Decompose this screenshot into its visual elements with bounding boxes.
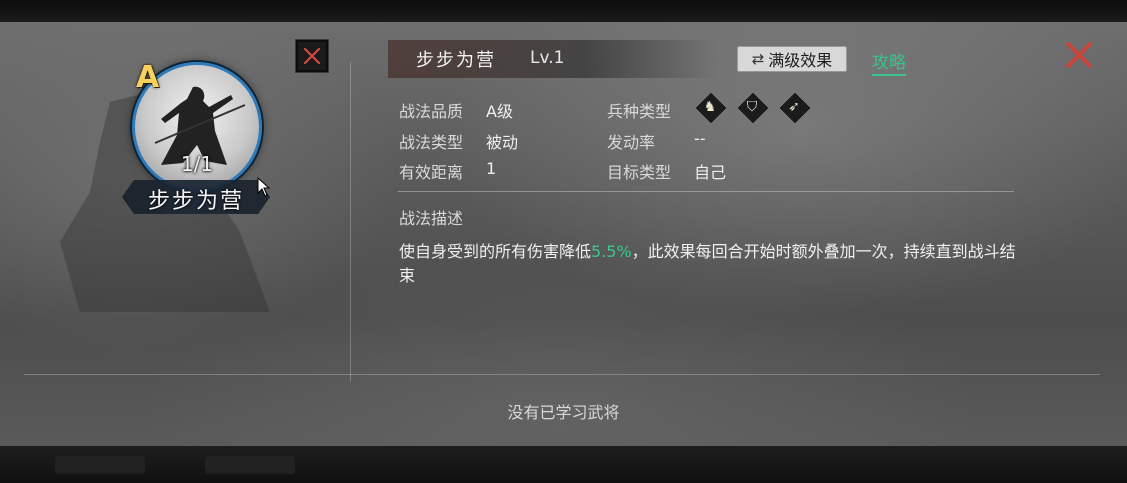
guide-link[interactable]: 攻略 xyxy=(872,48,906,76)
range-value: 1 xyxy=(486,159,497,178)
mouse-cursor-icon xyxy=(257,177,271,197)
skill-name-plate: 步步为营 xyxy=(122,180,270,214)
troop-archer: ➶ xyxy=(778,91,812,125)
range-label: 有效距离 xyxy=(399,163,464,182)
skill-title: 步步为营 xyxy=(416,50,496,71)
quality-label: 战法品质 xyxy=(399,102,464,121)
unequip-close-button[interactable] xyxy=(295,39,329,73)
skill-level: Lv.1 xyxy=(530,48,565,68)
close-icon xyxy=(303,47,321,65)
skill-count: 1/1 xyxy=(180,152,214,176)
archer-icon: ➶ xyxy=(788,99,800,115)
skill-detail-panel: A 1/1 步步为营 步步为营 Lv.1 ⇄ 满级效果 攻略 战法品质 A级 战… xyxy=(0,22,1127,446)
grade-badge: A xyxy=(136,60,160,95)
close-x-icon xyxy=(1066,42,1092,68)
close-button[interactable] xyxy=(1062,38,1096,72)
skill-portrait: A 1/1 xyxy=(132,60,262,192)
target-type-value: 自己 xyxy=(694,163,727,182)
skill-name-label: 步步为营 xyxy=(147,189,244,214)
description-highlight: 5.5% xyxy=(591,242,632,261)
info-divider xyxy=(398,191,1014,192)
top-bar xyxy=(0,0,1127,22)
bottom-tab-ghost xyxy=(55,456,145,474)
no-generals-message: 没有已学习武将 xyxy=(507,403,620,422)
troop-infantry: ⛉ xyxy=(736,91,770,125)
bottom-bar xyxy=(0,446,1127,483)
trigger-rate-label: 发动率 xyxy=(607,133,656,152)
max-level-effect-button[interactable]: ⇄ 满级效果 xyxy=(737,46,847,72)
bottom-tab-ghost xyxy=(205,456,295,474)
description-heading: 战法描述 xyxy=(399,209,464,228)
target-type-label: 目标类型 xyxy=(607,163,672,182)
troop-type-label: 兵种类型 xyxy=(607,102,672,121)
troop-cavalry: ♞ xyxy=(694,91,728,125)
type-label: 战法类型 xyxy=(399,133,464,152)
description-text: 使自身受到的所有伤害降低5.5%，此效果每回合开始时额外叠加一次，持续直到战斗结… xyxy=(399,240,1019,288)
max-level-effect-label: 满级效果 xyxy=(768,51,833,70)
swap-arrows-icon: ⇄ xyxy=(751,50,765,68)
trigger-rate-value: -- xyxy=(694,129,706,148)
description-before: 使自身受到的所有伤害降低 xyxy=(399,242,592,261)
quality-value: A级 xyxy=(486,102,513,121)
type-value: 被动 xyxy=(486,133,519,152)
vertical-divider xyxy=(350,62,351,382)
shield-infantry-icon: ⛉ xyxy=(746,99,758,115)
cavalry-icon: ♞ xyxy=(703,99,717,115)
footer-divider xyxy=(24,374,1100,375)
